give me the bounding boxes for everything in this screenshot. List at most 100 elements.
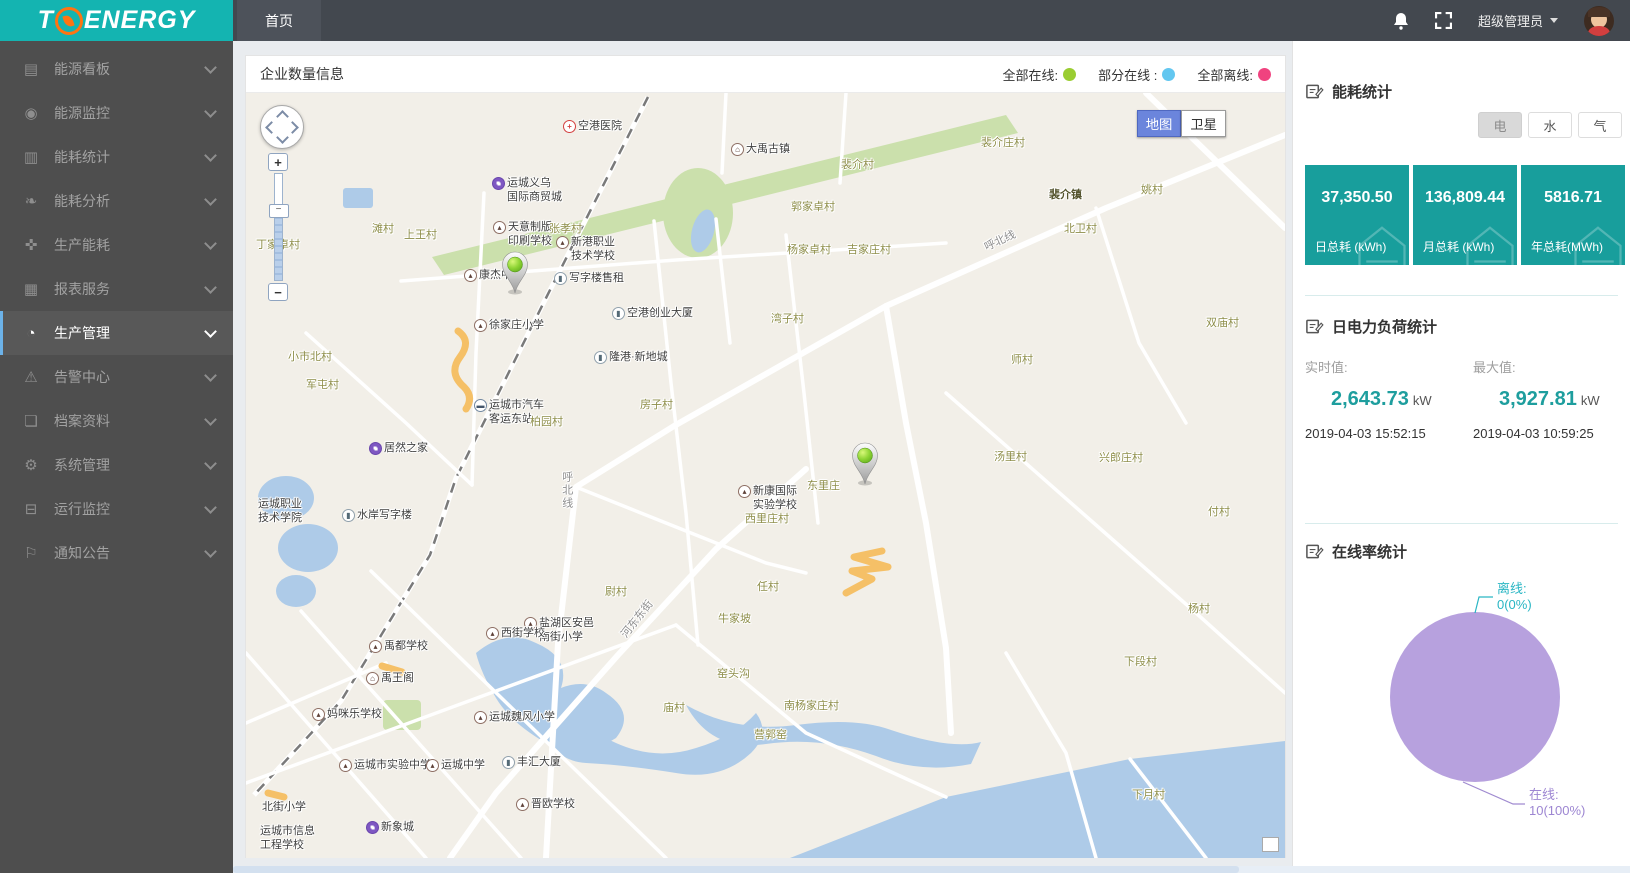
building-watermark-icon (1463, 221, 1517, 265)
map-marker-pin[interactable] (500, 251, 530, 300)
map-label: 小市北村 (288, 351, 332, 365)
map-label-text: 上王村 (404, 229, 437, 243)
sidebar-nav: ▤能源看板◉能源监控▥能耗统计❧能耗分析✜生产能耗▦报表服务◔生产管理⚠告警中心… (0, 41, 233, 873)
logo-text-suffix: ENERGY (84, 6, 196, 35)
sidebar-item-3[interactable]: ❧能耗分析 (0, 179, 233, 223)
map-label-text: 运城职业 技术学院 (258, 498, 302, 526)
map-label-text: 运城义乌 国际商贸城 (507, 177, 562, 205)
energy-card-value: 136,809.44 (1413, 189, 1517, 207)
notification-bell-icon[interactable] (1393, 12, 1409, 30)
school-icon: ▴ (426, 759, 439, 772)
school-icon: ▴ (493, 221, 506, 234)
map-label-text: 付村 (1208, 506, 1230, 520)
map-label: ▮隆港·新地城 (594, 351, 668, 365)
energy-tab-0[interactable]: 电 (1478, 112, 1522, 138)
map-type-map-button[interactable]: 地图 (1137, 110, 1182, 137)
energy-stats-title: 能耗统计 (1305, 81, 1622, 102)
horizontal-scrollbar[interactable] (233, 866, 1630, 873)
map-label-text: 空港医院 (578, 120, 622, 134)
sidebar-item-7[interactable]: ⚠告警中心 (0, 355, 233, 399)
shop-icon: ▪ (369, 442, 382, 455)
tab-home[interactable]: 首页 (237, 0, 321, 41)
map-label: ▴新康国际 实验学校 (738, 485, 797, 513)
map-label: 双庙村 (1206, 317, 1239, 331)
map-label: 湾子村 (771, 313, 804, 327)
sidebar-item-9[interactable]: ⚙系统管理 (0, 443, 233, 487)
map-canvas[interactable]: +空港医院⌂大禹古镇裴介庄村裴介村姚村裴介镇北卫村郭家卓村▪运城义乌 国际商贸城… (246, 93, 1285, 858)
map-label-text: 师村 (1011, 354, 1033, 368)
fullscreen-icon[interactable] (1435, 12, 1452, 29)
map-label-text: 裴介村 (841, 159, 874, 173)
zoom-handle[interactable]: − (269, 204, 289, 218)
map-marker-pin[interactable] (850, 442, 880, 491)
online-rate-title: 在线率统计 (1305, 541, 1622, 562)
map-label: 裴介村 (841, 159, 874, 173)
shop-icon: ▪ (366, 821, 379, 834)
zoom-track[interactable]: − (274, 173, 283, 281)
map-label-text: 北卫村 (1064, 223, 1097, 237)
sidebar-item-11[interactable]: ⚐通知公告 (0, 531, 233, 575)
clipboard-pen-icon (1305, 317, 1324, 336)
sidebar-item-8[interactable]: ❏档案资料 (0, 399, 233, 443)
sidebar-item-5[interactable]: ▦报表服务 (0, 267, 233, 311)
map-pan-control[interactable] (260, 105, 304, 149)
map-label: ▮丰汇大厦 (502, 756, 561, 770)
map-background (246, 93, 1285, 858)
map-label: 汤里村 (994, 451, 1027, 465)
map-label-text: 运城市实验中学 (354, 759, 431, 773)
map-label: 庙村 (663, 702, 685, 716)
map-label-text: 牛家坡 (718, 613, 751, 627)
energy-stats-section: 能耗统计 电水气 37,350.50日总耗 (kWh)136,809.44月总耗… (1305, 41, 1622, 265)
energy-tab-1[interactable]: 水 (1528, 112, 1572, 138)
legend-item: 全部离线: (1197, 65, 1271, 84)
map-label: ▴运城市实验中学 (339, 759, 431, 773)
report-table-icon: ▦ (21, 280, 41, 298)
sidebar-item-6[interactable]: ◔生产管理 (0, 311, 233, 355)
avatar[interactable] (1584, 6, 1614, 36)
chevron-down-icon (204, 237, 217, 250)
map-label-text: 空港创业大厦 (627, 307, 693, 321)
realtime-value: 2,643.73 (1331, 388, 1409, 410)
map-label-text: 呼北线 (559, 471, 573, 510)
sidebar-item-10[interactable]: ⊟运行监控 (0, 487, 233, 531)
energy-tab-2[interactable]: 气 (1578, 112, 1622, 138)
map-label-text: 禹王阁 (381, 672, 414, 686)
sidebar-item-0[interactable]: ▤能源看板 (0, 47, 233, 91)
map-label: 吉家庄村 (847, 244, 891, 258)
map-label: ▴运城中学 (426, 759, 485, 773)
scrollbar-thumb[interactable] (233, 866, 1239, 873)
zoom-out-button[interactable]: − (268, 283, 288, 301)
sidebar-item-2[interactable]: ▥能耗统计 (0, 135, 233, 179)
map-label-text: 新康国际 实验学校 (753, 485, 797, 513)
map-type-satellite-button[interactable]: 卫星 (1181, 110, 1226, 137)
map-label: 郭家卓村 (791, 201, 835, 215)
legend-label: 全部离线: (1197, 65, 1253, 84)
pan-left-icon[interactable] (265, 121, 278, 134)
map-label: 下月村 (1132, 789, 1165, 803)
map-label: ⌂大禹古镇 (731, 143, 790, 157)
chevron-down-icon (204, 325, 217, 338)
map-label-text: 水岸写字楼 (357, 509, 412, 523)
map-label: 牛家坡 (718, 613, 751, 627)
map-label: ▪居然之家 (369, 442, 428, 456)
map-label: ▮写字楼售租 (554, 272, 624, 286)
map-label-text: 徐家庄小学 (489, 319, 544, 333)
user-menu[interactable]: 超级管理员 (1478, 11, 1558, 30)
map-label: ▮水岸写字楼 (342, 509, 412, 523)
map-label-text: 张孝村 (549, 223, 582, 237)
sidebar-item-label: 生产管理 (54, 323, 206, 343)
map-label: 付村 (1208, 506, 1230, 520)
pan-right-icon[interactable] (286, 121, 299, 134)
sidebar-item-4[interactable]: ✜生产能耗 (0, 223, 233, 267)
divider (1305, 523, 1618, 524)
map-label: 房子村 (640, 399, 673, 413)
zoom-in-button[interactable]: + (268, 153, 288, 171)
pan-down-icon[interactable] (276, 131, 289, 144)
map-label-text: 任村 (757, 581, 779, 595)
map-label: 呼北线 (559, 471, 573, 510)
map-scale-widget[interactable] (1262, 837, 1279, 852)
pan-up-icon[interactable] (276, 110, 289, 123)
daily-load-grid: 实时值: 最大值: 2,643.73kW 3,927.81kW 2019-04-… (1305, 337, 1622, 441)
sidebar-item-1[interactable]: ◉能源监控 (0, 91, 233, 135)
user-name: 超级管理员 (1478, 11, 1543, 30)
